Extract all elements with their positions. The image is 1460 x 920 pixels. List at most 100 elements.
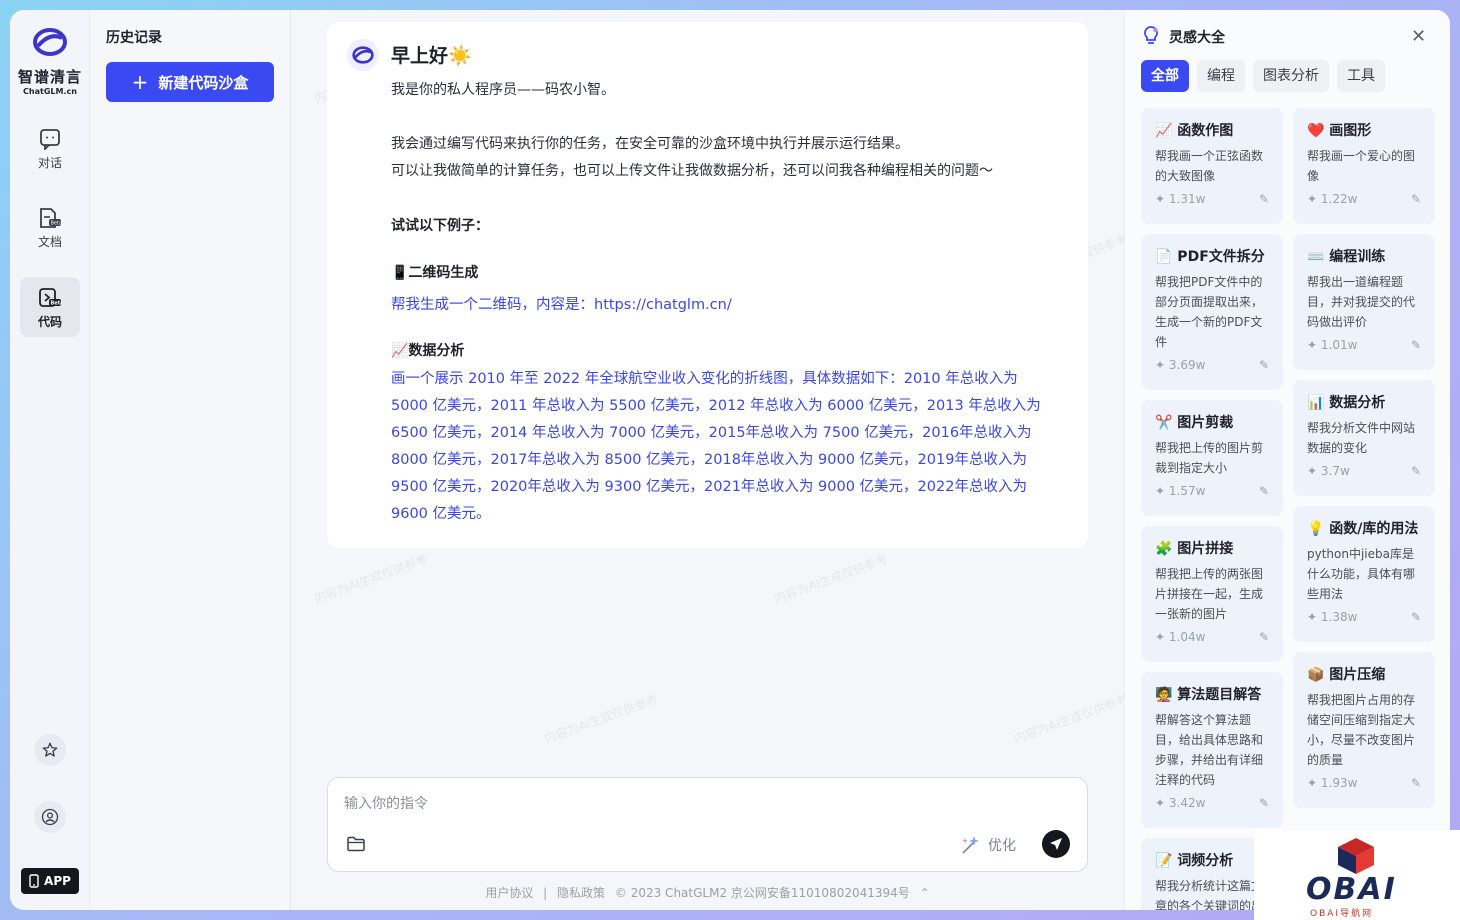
- watermark: 内容为AI生成仅供参考: [1012, 691, 1130, 747]
- watermark: 内容为AI生成仅供参考: [312, 551, 430, 607]
- obai-watermark-logo: OBAI OBAI导航网: [1254, 830, 1460, 920]
- card-usage-count: ✦ 3.7w: [1307, 464, 1350, 478]
- inspiration-card[interactable]: 🧩 图片拼接 帮我把上传的两张图片拼接在一起，生成一张新的图片 ✦ 1.04w ✎: [1141, 526, 1283, 662]
- card-usage-count: ✦ 3.69w: [1155, 358, 1206, 372]
- rail-item-label: 代码: [37, 315, 62, 329]
- card-desc: 帮我把上传的图片剪裁到指定大小: [1155, 441, 1264, 475]
- chatglm-logo-icon: [352, 46, 374, 64]
- user-profile-button[interactable]: [34, 801, 66, 833]
- lightbulb-icon: [1144, 26, 1158, 44]
- brand-name-en: ChatGLM.cn: [23, 87, 77, 96]
- svg-text:Beta: Beta: [51, 301, 63, 307]
- edit-icon[interactable]: ✎: [1259, 358, 1269, 372]
- card-desc: 帮我画一个爱心的图像: [1307, 149, 1416, 183]
- folder-icon[interactable]: [347, 836, 365, 852]
- card-title: 💡 函数/库的用法: [1307, 521, 1419, 537]
- tab-programming[interactable]: 编程: [1197, 60, 1245, 92]
- card-desc: python中jieba库是什么功能，具体有哪些用法: [1307, 547, 1416, 601]
- prompt-input-box: 优化: [327, 777, 1088, 872]
- inspiration-card[interactable]: 📄 PDF文件拆分 帮我把PDF文件中的部分页面提取出来，生成一个新的PDF文件…: [1141, 234, 1283, 390]
- try-examples-title: 试试以下例子：: [391, 218, 489, 234]
- watermark: 内容为AI生成仅供参考: [542, 691, 660, 747]
- example-prompt-qrcode[interactable]: 帮我生成一个二维码，内容是：https://chatglm.cn/: [391, 293, 732, 314]
- brand-name-cn: 智谱清言: [17, 68, 82, 86]
- card-title: 📦 图片压缩: [1307, 667, 1386, 683]
- send-icon: [1050, 838, 1062, 850]
- brand-logo[interactable]: 智谱清言 ChatGLM.cn: [10, 24, 90, 96]
- cube-icon: [1338, 838, 1374, 874]
- sparkle-icon: [962, 836, 979, 854]
- edit-icon[interactable]: ✎: [1259, 484, 1269, 498]
- card-title: ⌨️ 编程训练: [1307, 249, 1386, 265]
- new-code-sandbox-button[interactable]: + 新建代码沙盒: [106, 62, 274, 102]
- chatglm-logo-icon: [33, 28, 67, 56]
- edit-icon[interactable]: ✎: [1411, 464, 1421, 478]
- edit-icon[interactable]: ✎: [1411, 338, 1421, 352]
- obai-logo-subtitle: OBAI导航网: [1310, 909, 1374, 919]
- inspiration-tabs: 全部 编程 图表分析 工具: [1141, 60, 1385, 92]
- favorites-button[interactable]: [34, 734, 66, 766]
- left-rail: 智谱清言 ChatGLM.cn 对话 Beta 文档 Beta 代码 APP: [10, 10, 90, 910]
- edit-icon[interactable]: ✎: [1259, 192, 1269, 206]
- inspiration-card[interactable]: ❤️ 画图形 帮我画一个爱心的图像 ✦ 1.22w ✎: [1293, 108, 1435, 224]
- edit-icon[interactable]: ✎: [1411, 776, 1421, 790]
- copyright-text: © 2023 ChatGLM2 京公网安备11010802041394号: [614, 886, 910, 900]
- card-title: 📄 PDF文件拆分: [1155, 249, 1265, 265]
- card-title: ❤️ 画图形: [1307, 123, 1372, 139]
- edit-icon[interactable]: ✎: [1259, 630, 1269, 644]
- rail-item-label: 对话: [37, 156, 62, 170]
- chevron-up-icon[interactable]: ⌃: [920, 886, 930, 900]
- card-desc: 帮我画一个正弦函数的大致图像: [1155, 149, 1264, 183]
- close-icon[interactable]: ✕: [1411, 26, 1426, 47]
- card-title: 🧑‍🏫 算法题目解答: [1155, 687, 1262, 703]
- welcome-card: 早上好☀️ 我是你的私人程序员——码农小智。 我会通过编写代码来执行你的任务，在…: [327, 22, 1088, 548]
- inspiration-card[interactable]: ✂️ 图片剪裁 帮我把上传的图片剪裁到指定大小 ✦ 1.57w ✎: [1141, 400, 1283, 516]
- card-usage-count: ✦ 1.04w: [1155, 630, 1206, 644]
- privacy-policy-link[interactable]: 隐私政策: [557, 886, 605, 900]
- inspiration-card[interactable]: 🧑‍🏫 算法题目解答 帮解答这个算法题目，给出具体思路和步骤，并给出有详细注释的…: [1141, 672, 1283, 828]
- rail-item-document[interactable]: Beta 文档: [20, 197, 80, 257]
- card-usage-count: ✦ 1.01w: [1307, 338, 1358, 352]
- edit-icon[interactable]: ✎: [1259, 796, 1269, 810]
- card-title: 📈 函数作图: [1155, 123, 1234, 139]
- user-agreement-link[interactable]: 用户协议: [485, 886, 533, 900]
- inspiration-card[interactable]: 📈 函数作图 帮我画一个正弦函数的大致图像 ✦ 1.31w ✎: [1141, 108, 1283, 224]
- example-title-data-analysis: 📈数据分析: [391, 343, 465, 359]
- inspiration-card[interactable]: 💡 函数/库的用法 python中jieba库是什么功能，具体有哪些用法 ✦ 1…: [1293, 506, 1435, 642]
- watermark: 内容为AI生成仅供参考: [772, 551, 890, 607]
- card-desc: 帮我出一道编程题目，并对我提交的代码做出评价: [1307, 275, 1416, 329]
- inspiration-panel: 灵感大全 ✕ 全部 编程 图表分析 工具 📈 函数作图 帮我画一个正弦函数的大致…: [1124, 10, 1450, 910]
- desc-text-1: 我会通过编写代码来执行你的任务，在安全可靠的沙盒环境中执行并展示运行结果。: [391, 136, 909, 152]
- inspiration-card[interactable]: 📦 图片压缩 帮我把图片占用的存储空间压缩到指定大小，尽量不改变图片的质量 ✦ …: [1293, 652, 1435, 808]
- tab-chart-analysis[interactable]: 图表分析: [1253, 60, 1329, 92]
- inspiration-card[interactable]: ⌨️ 编程训练 帮我出一道编程题目，并对我提交的代码做出评价 ✦ 1.01w ✎: [1293, 234, 1435, 370]
- intro-text: 我是你的私人程序员——码农小智。: [391, 82, 615, 98]
- phone-icon: [29, 874, 39, 888]
- inspiration-title: 灵感大全: [1169, 30, 1225, 46]
- send-button[interactable]: [1042, 830, 1070, 858]
- inspiration-card[interactable]: 📊 数据分析 帮我分析文件中网站数据的变化 ✦ 3.7w ✎: [1293, 380, 1435, 496]
- rail-item-label: 文档: [37, 235, 62, 249]
- card-usage-count: ✦ 1.57w: [1155, 484, 1206, 498]
- code-icon: Beta: [39, 288, 63, 307]
- edit-icon[interactable]: ✎: [1411, 192, 1421, 206]
- example-prompt-data-analysis[interactable]: 画一个展示 2010 年至 2022 年全球航空业收入变化的折线图，具体数据如下…: [391, 366, 1051, 528]
- card-desc: 帮我把上传的两张图片拼接在一起，生成一张新的图片: [1155, 567, 1264, 621]
- card-usage-count: ✦ 3.42w: [1155, 796, 1206, 810]
- history-title: 历史记录: [106, 30, 162, 46]
- app-download-button[interactable]: APP: [21, 868, 79, 894]
- greeting: 早上好☀️: [391, 45, 472, 67]
- card-desc: 帮我把图片占用的存储空间压缩到指定大小，尽量不改变图片的质量: [1307, 693, 1416, 767]
- optimize-button[interactable]: 优化: [960, 834, 1016, 856]
- edit-icon[interactable]: ✎: [1411, 610, 1421, 624]
- rail-item-code[interactable]: Beta 代码: [20, 277, 80, 337]
- card-title: 📊 数据分析: [1307, 395, 1386, 411]
- plus-icon: +: [131, 70, 149, 94]
- card-usage-count: ✦ 1.22w: [1307, 192, 1358, 206]
- app-window: 智谱清言 ChatGLM.cn 对话 Beta 文档 Beta 代码 APP 历…: [10, 10, 1450, 910]
- prompt-input[interactable]: [344, 792, 1044, 816]
- svg-text:Beta: Beta: [51, 221, 63, 227]
- tab-all[interactable]: 全部: [1141, 60, 1189, 92]
- tab-tools[interactable]: 工具: [1337, 60, 1385, 92]
- rail-item-chat[interactable]: 对话: [20, 118, 80, 178]
